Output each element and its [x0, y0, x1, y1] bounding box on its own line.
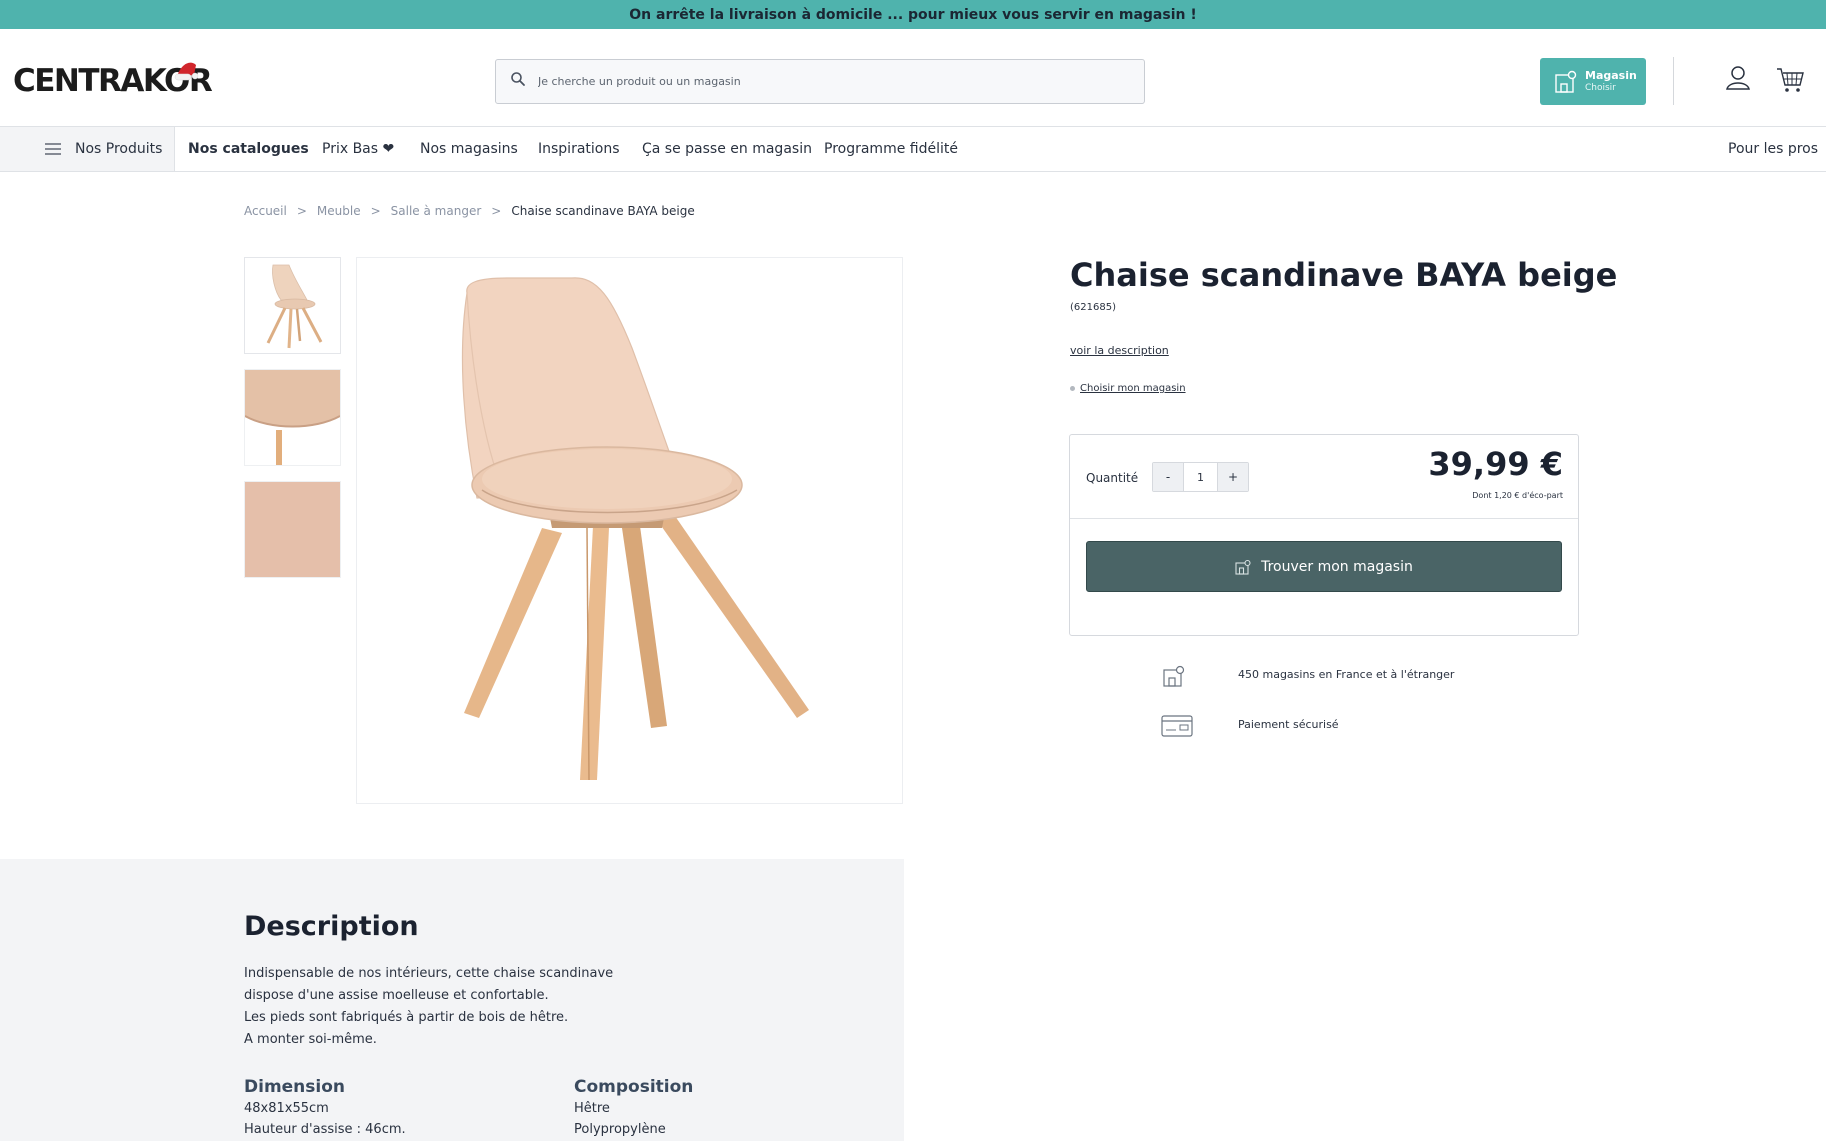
search-input[interactable] [538, 60, 1128, 103]
search-bar[interactable] [495, 59, 1145, 104]
purchase-box: Quantité - 1 + 39,99 € Dont 1,20 € d'éco… [1069, 434, 1579, 636]
breadcrumb-separator: > [296, 204, 307, 218]
store-icon [1163, 665, 1185, 687]
nav-item-inspirations[interactable]: Inspirations [538, 127, 620, 171]
breadcrumb: Accueil > Meuble > Salle à manger > Chai… [244, 204, 695, 218]
product-reference: (621685) [1070, 302, 1116, 313]
product-main-image[interactable] [356, 257, 903, 804]
nav-item-catalogues[interactable]: Nos catalogues [188, 127, 309, 171]
choose-store-button[interactable]: Magasin Choisir [1540, 58, 1646, 105]
product-thumbnail-2[interactable] [244, 369, 341, 466]
seat-closeup-image [245, 370, 340, 465]
feature-payment-text: Paiement sécurisé [1238, 718, 1339, 731]
breadcrumb-separator: > [491, 204, 502, 218]
description-line: Les pieds sont fabriqués à partir de boi… [244, 1010, 569, 1025]
store-button-title: Magasin [1585, 69, 1637, 82]
choose-store-link[interactable]: Choisir mon magasin [1070, 383, 1186, 394]
material-closeup-image [245, 482, 340, 577]
see-description-link[interactable]: voir la description [1070, 344, 1169, 357]
nav-item-fidelite[interactable]: Programme fidélité [824, 127, 958, 171]
quantity-value[interactable]: 1 [1183, 463, 1218, 491]
breadcrumb-item[interactable]: Salle à manger [391, 204, 482, 218]
quantity-label: Quantité [1086, 471, 1139, 485]
card-icon [1161, 715, 1193, 737]
composition-line: Hêtre [574, 1101, 610, 1116]
chair-image [461, 277, 809, 781]
store-icon [1235, 559, 1251, 575]
header-divider [1673, 57, 1674, 105]
status-dot-icon [1070, 386, 1075, 391]
main-nav: Nos Produits Nos catalogues Prix Bas ❤ N… [0, 126, 1826, 172]
find-store-button-label: Trouver mon magasin [1261, 558, 1413, 575]
breadcrumb-item[interactable]: Accueil [244, 204, 287, 218]
product-price: 39,99 € [1428, 445, 1563, 483]
quantity-stepper: - 1 + [1152, 462, 1249, 492]
nav-item-prix-bas[interactable]: Prix Bas ❤ [322, 127, 394, 171]
nav-products-menu[interactable]: Nos Produits [0, 127, 175, 171]
dimension-title: Dimension [244, 1077, 346, 1097]
nav-item-magasins[interactable]: Nos magasins [420, 127, 518, 171]
composition-title: Composition [574, 1077, 694, 1097]
product-title: Chaise scandinave BAYA beige [1070, 256, 1618, 294]
store-button-subtitle: Choisir [1585, 83, 1616, 93]
description-line: Indispensable de nos intérieurs, cette c… [244, 966, 614, 981]
dimension-line: Hauteur d'assise : 46cm. [244, 1122, 406, 1137]
composition-spec: Composition Hêtre Polypropylène [574, 1076, 693, 1140]
quantity-increase-button[interactable]: + [1218, 463, 1248, 491]
composition-line: Polypropylène [574, 1122, 666, 1137]
menu-icon [45, 143, 61, 155]
breadcrumb-separator: > [370, 204, 381, 218]
quantity-decrease-button[interactable]: - [1153, 463, 1183, 491]
dimension-spec: Dimension 48x81x55cm Hauteur d'assise : … [244, 1076, 406, 1140]
purchase-box-divider [1070, 518, 1578, 519]
nav-products-label: Nos Produits [75, 141, 163, 157]
chair-thumbnail-image [245, 258, 340, 353]
feature-payment: Paiement sécurisé [1161, 715, 1339, 737]
product-thumbnail-3[interactable] [244, 481, 341, 578]
promo-banner: On arrête la livraison à domicile ... po… [0, 0, 1826, 29]
site-header: CENTRAKOR Magasin Choisir [0, 29, 1826, 126]
feature-stores-text: 450 magasins en France et à l'étranger [1238, 668, 1455, 681]
dimension-line: 48x81x55cm [244, 1101, 329, 1116]
description-text: Indispensable de nos intérieurs, cette c… [244, 963, 613, 1051]
feature-stores: 450 magasins en France et à l'étranger [1162, 664, 1454, 688]
cart-icon[interactable] [1776, 67, 1804, 93]
choose-store-link-text: Choisir mon magasin [1080, 383, 1186, 394]
breadcrumb-item[interactable]: Meuble [317, 204, 361, 218]
product-thumbnail-1[interactable] [244, 257, 341, 354]
breadcrumb-current: Chaise scandinave BAYA beige [511, 204, 695, 218]
eco-part-note: Dont 1,20 € d'éco-part [1472, 491, 1563, 500]
nav-item-en-magasin[interactable]: Ça se passe en magasin [642, 127, 812, 171]
santa-hat-icon [174, 62, 199, 81]
find-store-button[interactable]: Trouver mon magasin [1086, 541, 1562, 592]
promo-banner-text: On arrête la livraison à domicile ... po… [629, 6, 1197, 23]
nav-item-pros[interactable]: Pour les pros [1728, 127, 1818, 171]
description-line: dispose d'une assise moelleuse et confor… [244, 988, 549, 1003]
user-icon[interactable] [1725, 65, 1751, 91]
search-icon [511, 72, 525, 86]
description-title: Description [244, 911, 419, 942]
description-line: A monter soi-même. [244, 1032, 377, 1047]
store-icon [1555, 70, 1577, 93]
